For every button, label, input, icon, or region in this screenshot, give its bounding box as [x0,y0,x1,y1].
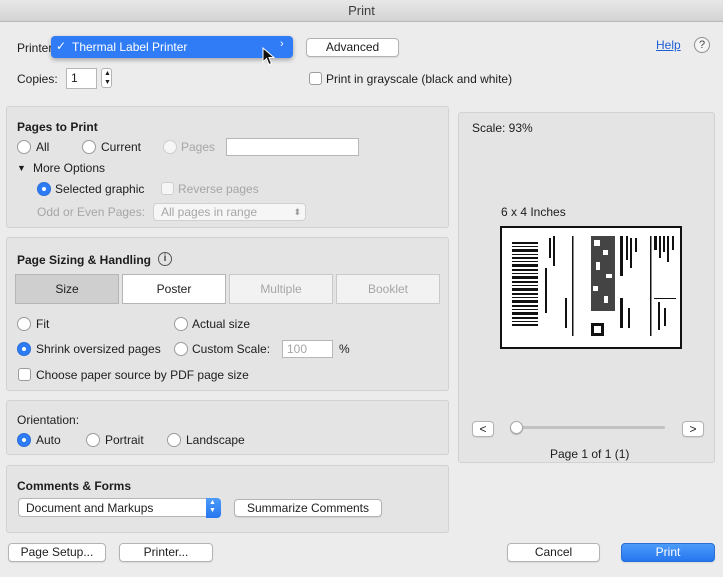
page-slider-track[interactable] [517,426,665,429]
printer-label: Printer: [17,41,56,55]
all-pages-radio[interactable] [17,140,31,154]
printer-selected-value: Thermal Label Printer [72,40,188,54]
printer-select[interactable]: ✓ Thermal Label Printer › [51,36,293,58]
chevron-right-icon: › [280,38,284,50]
fit-radio[interactable] [17,317,31,331]
paper-source-checkbox[interactable] [18,368,31,381]
tab-size[interactable]: Size [15,274,119,304]
previous-page-button[interactable]: < [472,421,494,437]
selected-graphic-label: Selected graphic [55,182,145,196]
grayscale-checkbox[interactable] [309,72,322,85]
cancel-button[interactable]: Cancel [507,543,600,562]
orientation-portrait-label: Portrait [105,433,144,447]
grayscale-label: Print in grayscale (black and white) [326,72,513,86]
tab-multiple[interactable]: Multiple [229,274,333,304]
printer-button[interactable]: Printer... [119,543,213,562]
updown-chevron-icon: ⬍ [293,207,301,217]
orientation-portrait-radio[interactable] [86,433,100,447]
copies-field[interactable]: 1 [66,68,97,89]
current-page-radio[interactable] [82,140,96,154]
actual-size-label: Actual size [192,317,251,331]
info-icon[interactable]: i [158,252,172,266]
orientation-auto-radio[interactable] [17,433,31,447]
reverse-pages-label: Reverse pages [178,182,259,196]
disclosure-triangle-icon[interactable]: ▼ [17,162,26,174]
comments-select[interactable]: Document and Markups ▲ ▼ [18,498,221,518]
percent-label: % [339,342,350,356]
updown-chevron-icon: ▲ ▼ [206,498,221,518]
pages-to-print-title: Pages to Print [17,120,98,134]
page-preview [500,226,682,349]
mouse-cursor-icon [262,47,276,66]
next-page-button[interactable]: > [682,421,704,437]
all-pages-label: All [36,140,50,154]
stepper-down-icon: ▼ [104,79,111,86]
custom-scale-input[interactable]: 100 [282,340,333,358]
orientation-title: Orientation: [17,413,80,427]
odd-even-select-value: All pages in range [161,205,258,219]
reverse-pages-checkbox[interactable] [161,182,174,195]
help-link[interactable]: Help [656,38,681,52]
window-title: Print [0,0,723,22]
shrink-oversized-label: Shrink oversized pages [36,342,161,356]
pages-range-label: Pages [181,140,216,154]
custom-scale-label: Custom Scale: [192,342,271,356]
copies-label: Copies: [17,72,58,86]
paper-source-label: Choose paper source by PDF page size [36,368,249,382]
stepper-up-icon: ▲ [104,70,111,77]
summarize-comments-button[interactable]: Summarize Comments [234,499,382,517]
comments-title: Comments & Forms [17,479,132,493]
odd-even-select[interactable]: All pages in range ⬍ [153,203,306,221]
page-indicator: Page 1 of 1 (1) [550,447,630,461]
orientation-landscape-radio[interactable] [167,433,181,447]
paper-size-label: 6 x 4 Inches [501,205,566,219]
custom-scale-radio[interactable] [174,342,188,356]
current-page-label: Current [101,140,142,154]
help-icon[interactable]: ? [694,37,710,53]
odd-even-label: Odd or Even Pages: [37,205,146,219]
pages-range-radio[interactable] [163,140,177,154]
advanced-button[interactable]: Advanced [306,38,399,57]
print-button[interactable]: Print [621,543,715,562]
shipping-label-thumbnail [512,236,676,336]
actual-size-radio[interactable] [174,317,188,331]
shrink-oversized-radio[interactable] [17,342,31,356]
selected-graphic-radio[interactable] [37,182,51,196]
tab-booklet[interactable]: Booklet [336,274,440,304]
more-options-label[interactable]: More Options [33,161,105,175]
comments-select-value: Document and Markups [26,501,154,515]
page-sizing-title: Page Sizing & Handling [17,253,152,267]
orientation-auto-label: Auto [36,433,61,447]
checkmark-icon: ✓ [56,39,67,53]
tab-poster[interactable]: Poster [122,274,226,304]
fit-label: Fit [36,317,50,331]
page-setup-button[interactable]: Page Setup... [8,543,106,562]
pages-range-input[interactable] [226,138,359,156]
orientation-landscape-label: Landscape [186,433,245,447]
copies-stepper[interactable]: ▲ ▼ [101,68,112,88]
scale-readout: Scale: 93% [472,121,533,135]
page-slider-thumb[interactable] [510,421,523,434]
